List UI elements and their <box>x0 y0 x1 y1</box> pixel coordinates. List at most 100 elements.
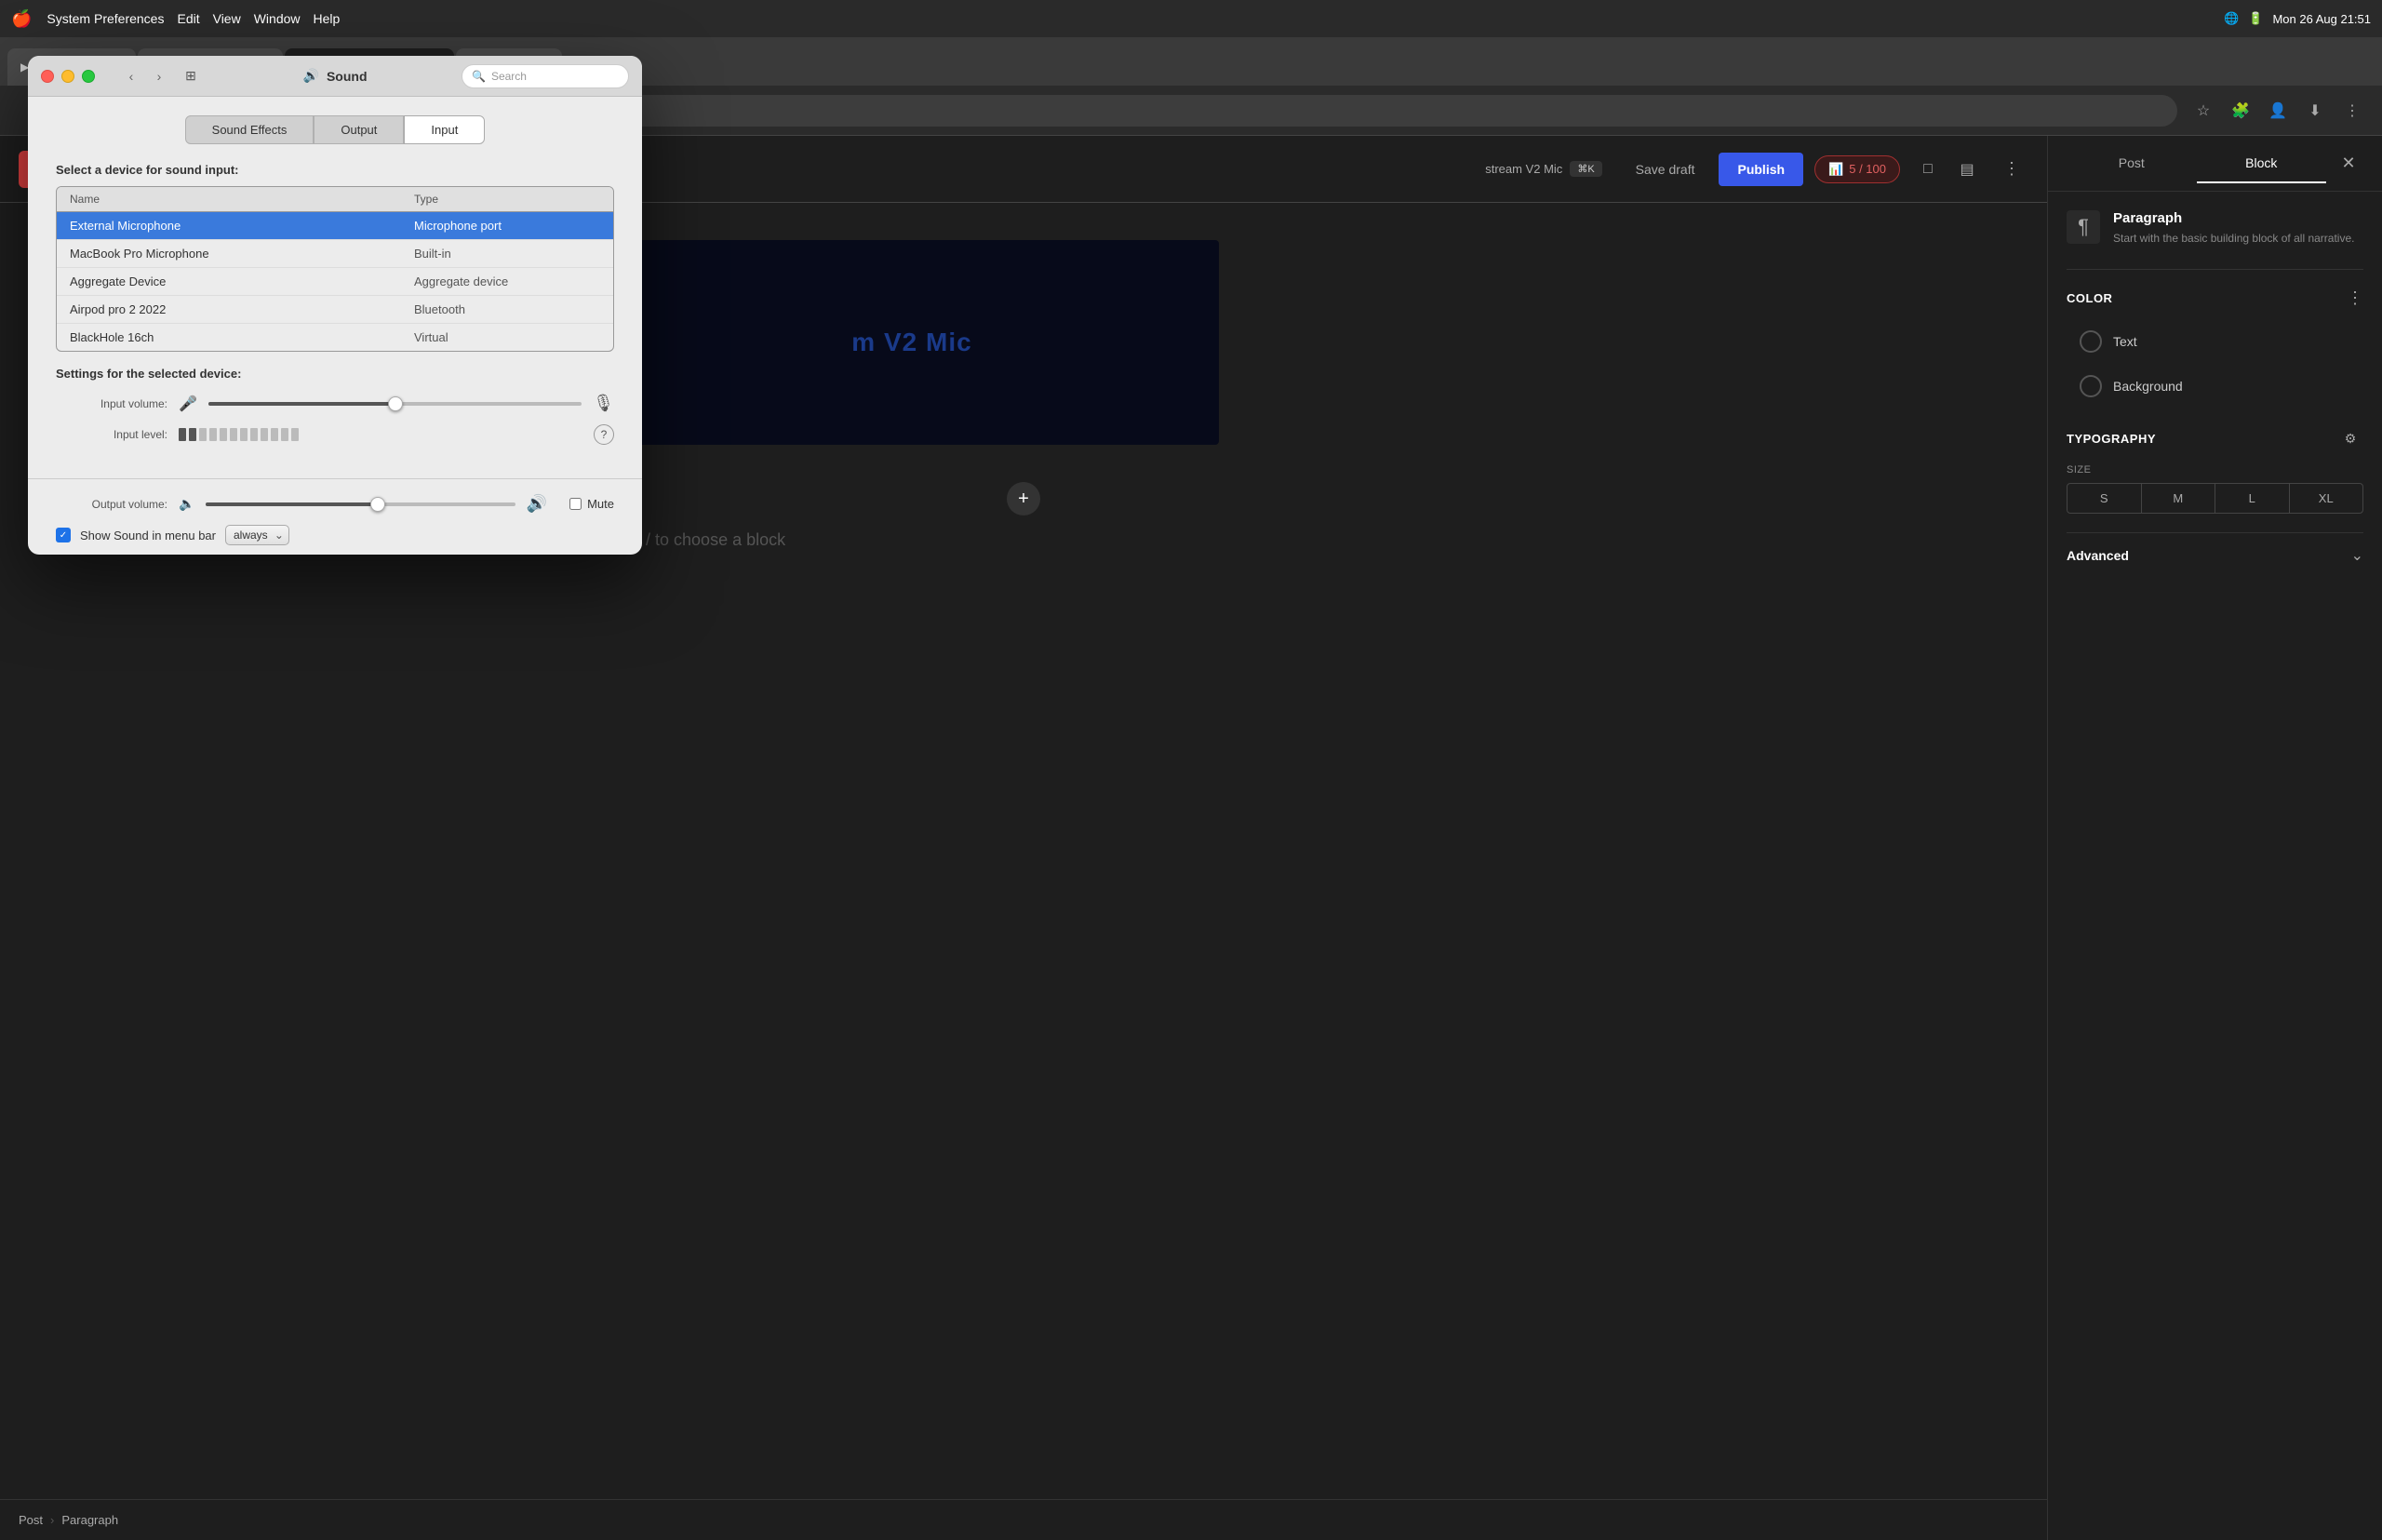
minimize-traffic-light[interactable] <box>61 70 74 83</box>
more-options-button[interactable]: ⋮ <box>1995 153 2028 186</box>
input-volume-slider[interactable] <box>208 402 582 406</box>
dialog-forward-button[interactable]: › <box>147 64 171 88</box>
dialog-grid-button[interactable]: ⊞ <box>179 64 203 88</box>
tab-sound-effects[interactable]: Sound Effects <box>185 115 314 144</box>
view-icons: □ ▤ <box>1911 153 1984 186</box>
device-type-aggregate: Aggregate device <box>414 275 600 288</box>
block-title: Paragraph <box>2113 210 2354 226</box>
advanced-chevron-icon: ⌄ <box>2351 546 2363 565</box>
level-bar-7 <box>240 428 248 441</box>
score-icon: 📊 <box>1828 162 1843 177</box>
tab-input[interactable]: Input <box>404 115 485 144</box>
text-color-option[interactable]: Text <box>2067 321 2363 362</box>
device-name-aggregate: Aggregate Device <box>70 275 414 288</box>
advanced-label: Advanced <box>2067 548 2129 563</box>
device-row-airpod[interactable]: Airpod pro 2 2022 Bluetooth <box>57 296 613 324</box>
menu-icon[interactable]: ⋮ <box>2337 96 2367 126</box>
level-bar-8 <box>250 428 258 441</box>
extensions-icon[interactable]: 🧩 <box>2226 96 2255 126</box>
advanced-section[interactable]: Advanced ⌄ <box>2067 532 2363 578</box>
menubar-window[interactable]: Window <box>254 11 301 26</box>
typography-section-title: Typography <box>2067 432 2156 446</box>
tab-output[interactable]: Output <box>314 115 404 144</box>
seo-score-badge[interactable]: 📊 5 / 100 <box>1814 155 1900 183</box>
paragraph-icon: ¶ <box>2067 210 2100 244</box>
column-view-icon[interactable]: ▤ <box>1950 153 1984 186</box>
mute-checkbox[interactable] <box>569 498 582 510</box>
size-label: SIZE <box>2067 464 2363 475</box>
apple-menu[interactable]: 🍎 <box>11 9 32 29</box>
dialog-body: Sound Effects Output Input Select a devi… <box>28 97 642 478</box>
publish-button[interactable]: Publish <box>1719 153 1803 186</box>
sound-dialog[interactable]: ‹ › ⊞ 🔊 Sound 🔍 Search Sound Effects Out… <box>28 56 642 555</box>
add-block-button[interactable]: + <box>1007 482 1040 516</box>
dialog-title-text: Sound <box>327 69 368 84</box>
color-more-button[interactable]: ⋮ <box>2347 288 2363 308</box>
dialog-footer: Output volume: 🔈 🔊 Mute ✓ Show Sound in … <box>28 478 642 545</box>
output-volume-row: Output volume: 🔈 🔊 Mute <box>56 494 614 514</box>
typography-section: Typography ⚙ SIZE S M L XL <box>2067 425 2363 514</box>
dialog-nav: ‹ › <box>119 64 171 88</box>
dialog-tabs: Sound Effects Output Input <box>56 115 614 144</box>
device-type-macbook-mic: Built-in <box>414 247 600 261</box>
color-section-header: Color ⋮ <box>2067 288 2363 308</box>
search-placeholder: Search <box>491 70 527 83</box>
tab-block[interactable]: Block <box>2197 144 2327 183</box>
device-name-macbook-mic: MacBook Pro Microphone <box>70 247 414 261</box>
level-bar-10 <box>271 428 278 441</box>
size-xl-button[interactable]: XL <box>2290 484 2363 513</box>
show-sound-checkbox[interactable]: ✓ <box>56 528 71 542</box>
level-bar-3 <box>199 428 207 441</box>
size-l-button[interactable]: L <box>2215 484 2290 513</box>
output-volume-label: Output volume: <box>56 498 167 511</box>
show-sound-row: ✓ Show Sound in menu bar always <box>56 525 614 545</box>
close-traffic-light[interactable] <box>41 70 54 83</box>
device-row-aggregate[interactable]: Aggregate Device Aggregate device <box>57 268 613 296</box>
breadcrumb-post[interactable]: Post <box>19 1513 43 1527</box>
device-type-blackhole: Virtual <box>414 330 600 344</box>
dialog-back-button[interactable]: ‹ <box>119 64 143 88</box>
search-icon: 🔍 <box>472 70 486 83</box>
menubar-right: 🌐 🔋 Mon 26 Aug 21:51 <box>2224 11 2371 26</box>
tab-post[interactable]: Post <box>2067 144 2197 183</box>
user-icon[interactable]: 👤 <box>2263 96 2293 126</box>
menubar-view[interactable]: View <box>213 11 241 26</box>
device-row-external-mic[interactable]: External Microphone Microphone port <box>57 212 613 240</box>
dialog-search[interactable]: 🔍 Search <box>462 64 629 88</box>
save-draft-button[interactable]: Save draft <box>1623 154 1708 184</box>
download-icon[interactable]: ⬇ <box>2300 96 2330 126</box>
size-s-button[interactable]: S <box>2068 484 2142 513</box>
device-row-macbook-mic[interactable]: MacBook Pro Microphone Built-in <box>57 240 613 268</box>
show-sound-label: Show Sound in menu bar <box>80 529 216 542</box>
header-type: Type <box>414 193 600 206</box>
mute-row: Mute <box>569 497 614 511</box>
input-level-row: Input level: ? <box>56 424 614 445</box>
level-bar-2 <box>189 428 196 441</box>
level-bar-1 <box>179 428 186 441</box>
menubar-edit[interactable]: Edit <box>177 11 199 26</box>
menubar-system-prefs[interactable]: System Preferences <box>47 11 164 26</box>
device-row-blackhole[interactable]: BlackHole 16ch Virtual <box>57 324 613 351</box>
maximize-traffic-light[interactable] <box>82 70 95 83</box>
settings-label: Settings for the selected device: <box>56 367 614 381</box>
device-name-external-mic: External Microphone <box>70 219 414 233</box>
keyboard-shortcut: ⌘K <box>1570 161 1601 177</box>
menubar-battery-icon: 🔋 <box>2248 11 2263 26</box>
output-volume-slider[interactable] <box>206 502 515 506</box>
always-select[interactable]: always <box>225 525 289 545</box>
device-table-header: Name Type <box>57 187 613 212</box>
typography-filter-button[interactable]: ⚙ <box>2337 425 2363 451</box>
video-block: m V2 Mic <box>605 240 1219 445</box>
size-m-button[interactable]: M <box>2142 484 2216 513</box>
breadcrumb-paragraph[interactable]: Paragraph <box>61 1513 118 1527</box>
mute-label: Mute <box>587 497 614 511</box>
background-color-option[interactable]: Background <box>2067 366 2363 407</box>
preview-icon[interactable]: □ <box>1911 153 1945 186</box>
sidebar-close-button[interactable]: ✕ <box>2334 149 2363 179</box>
help-button[interactable]: ? <box>594 424 614 445</box>
block-area: m V2 Mic + Type / to choose a block <box>605 240 1442 550</box>
block-info-text: Paragraph Start with the basic building … <box>2113 210 2354 247</box>
breadcrumb-separator: › <box>50 1513 54 1527</box>
menubar-help[interactable]: Help <box>314 11 341 26</box>
bookmark-icon[interactable]: ☆ <box>2188 96 2218 126</box>
